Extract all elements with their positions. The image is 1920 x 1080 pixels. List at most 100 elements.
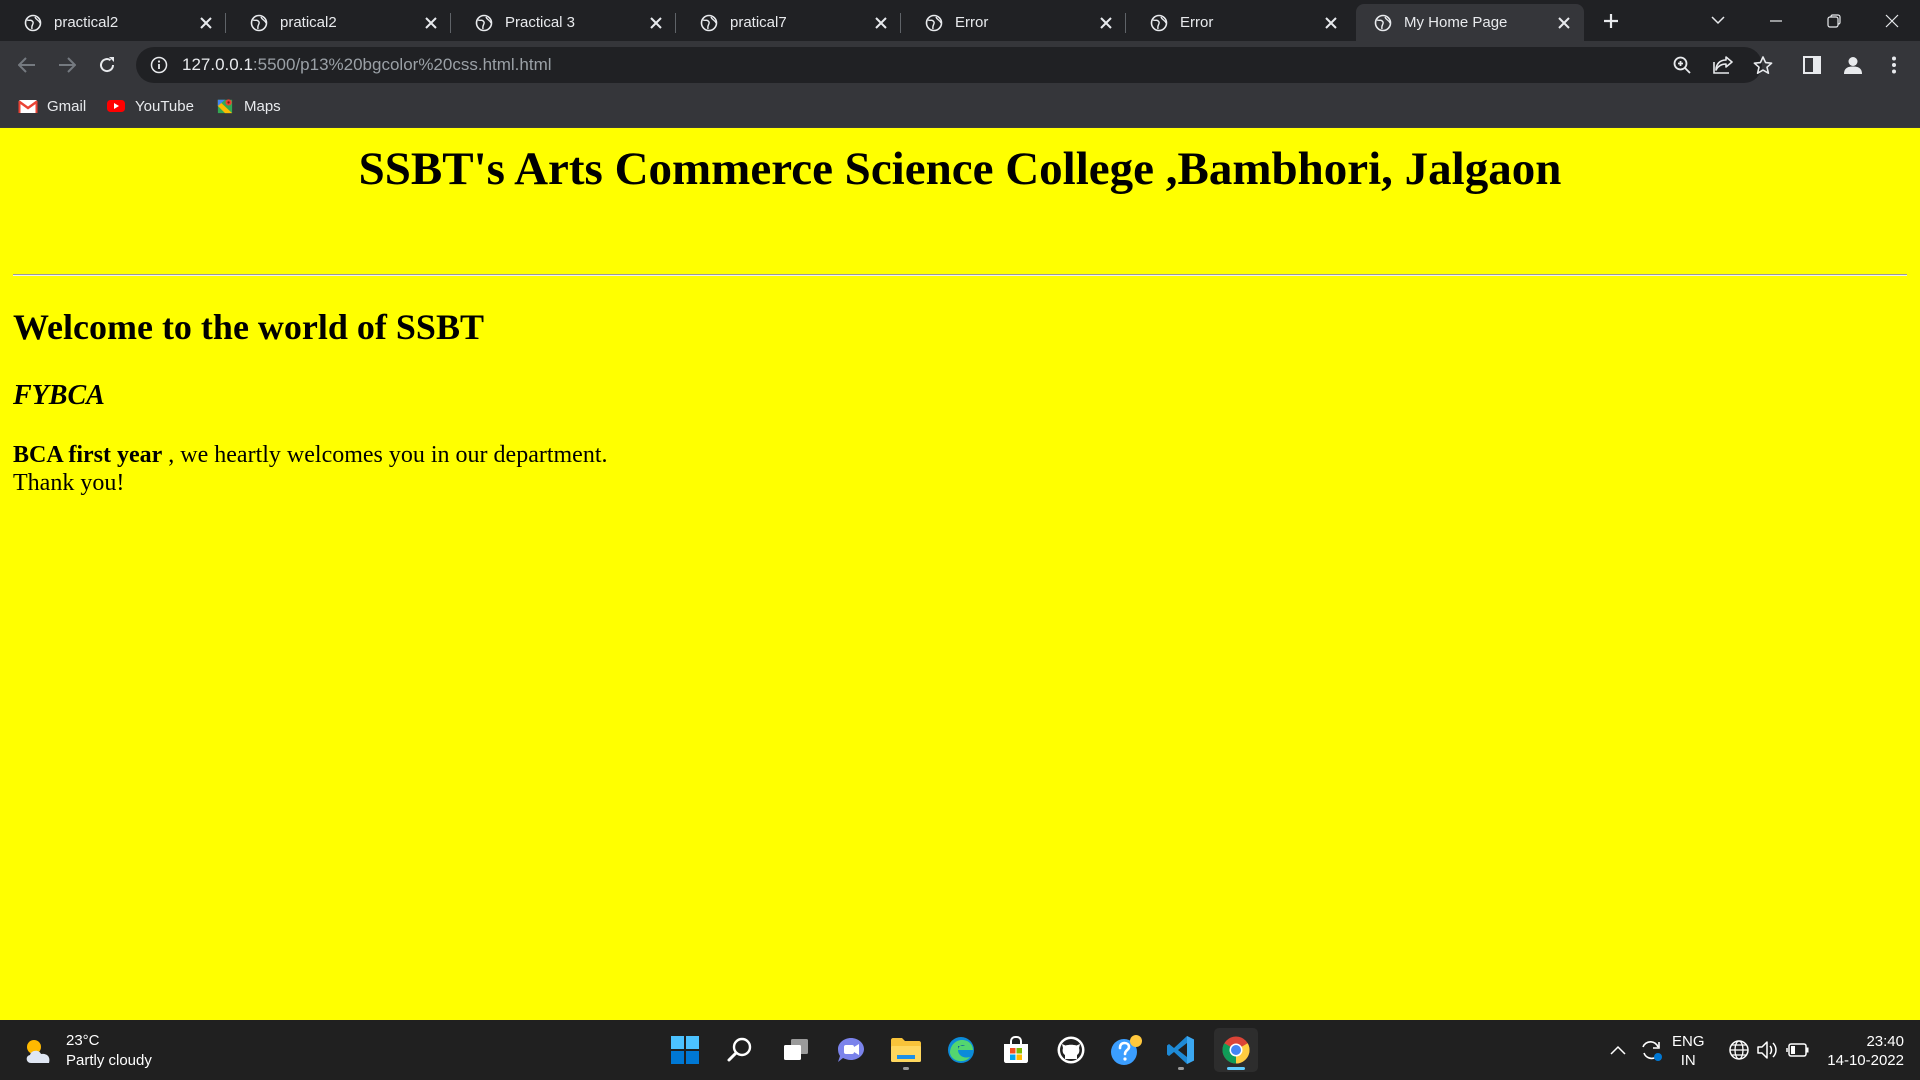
tab-title: pratical7 — [730, 14, 787, 31]
chat-icon — [838, 1038, 864, 1062]
tab-error-2[interactable]: Error — [1126, 4, 1351, 41]
close-tab-icon[interactable] — [1554, 13, 1574, 33]
search-icon — [727, 1037, 752, 1062]
clock-time: 23:40 — [1866, 1033, 1904, 1050]
bookmark-label: Maps — [244, 97, 281, 115]
volume-icon — [1757, 1041, 1777, 1059]
side-panel-button[interactable] — [1796, 49, 1828, 81]
globe-icon — [925, 14, 943, 31]
chrome-button[interactable] — [1214, 1028, 1258, 1072]
bookmark-label: YouTube — [135, 97, 194, 115]
zoom-icon — [1673, 56, 1691, 74]
info-icon[interactable] — [150, 56, 168, 74]
close-tab-icon[interactable] — [871, 13, 891, 33]
tab-pratical2[interactable]: pratical2 — [226, 4, 451, 41]
chevron-up-icon — [1610, 1045, 1626, 1055]
file-explorer-button[interactable] — [884, 1028, 928, 1072]
close-tab-icon[interactable] — [421, 13, 441, 33]
horizontal-rule — [13, 274, 1907, 276]
kebab-menu-icon — [1892, 56, 1896, 74]
tab-my-home-page[interactable]: My Home Page — [1356, 4, 1584, 41]
reload-button[interactable] — [91, 49, 123, 81]
paragraph-thanks: Thank you! — [13, 470, 125, 496]
address-bar[interactable]: 127.0.0.1:5500/p13%20bgcolor%20css.html.… — [136, 47, 1762, 83]
youtube-icon — [107, 100, 125, 112]
language-indicator[interactable]: ENG IN — [1672, 1032, 1705, 1070]
task-view-button[interactable] — [774, 1028, 818, 1072]
paragraph-bold: BCA first year — [13, 442, 163, 468]
restore-button[interactable] — [1806, 0, 1862, 41]
menu-button[interactable] — [1878, 49, 1910, 81]
minimize-button[interactable] — [1748, 0, 1804, 41]
arrow-right-icon — [59, 57, 76, 73]
back-button[interactable] — [11, 49, 43, 81]
page-heading: SSBT's Arts Commerce Science College ,Ba… — [358, 143, 1562, 195]
browser-toolbar: 127.0.0.1:5500/p13%20bgcolor%20css.html.… — [0, 41, 1920, 88]
globe-icon — [475, 14, 493, 31]
page-viewport: SSBT's Arts Commerce Science College ,Ba… — [0, 128, 1920, 1020]
active-indicator — [1227, 1067, 1245, 1070]
zoom-button[interactable] — [1667, 50, 1697, 80]
battery-icon — [1786, 1043, 1809, 1057]
clock[interactable]: 23:40 14-10-2022 — [1820, 1032, 1904, 1070]
search-button[interactable] — [718, 1028, 762, 1072]
store-button[interactable] — [994, 1028, 1038, 1072]
github-icon — [1057, 1036, 1085, 1064]
edge-button[interactable] — [939, 1028, 983, 1072]
github-button[interactable] — [1049, 1028, 1093, 1072]
battery-tray-button[interactable] — [1784, 1034, 1812, 1066]
restore-icon — [1827, 13, 1841, 28]
close-tab-icon[interactable] — [646, 13, 666, 33]
chat-button[interactable] — [829, 1028, 873, 1072]
file-explorer-icon — [891, 1038, 921, 1062]
weather-condition: Partly cloudy — [66, 1052, 152, 1069]
globe-icon — [700, 14, 718, 31]
tab-title: Error — [955, 14, 989, 31]
close-tab-icon[interactable] — [1321, 13, 1341, 33]
reload-icon — [100, 57, 115, 73]
new-tab-button[interactable] — [1598, 8, 1624, 34]
star-icon — [1753, 55, 1773, 74]
running-indicator — [903, 1067, 909, 1070]
close-tab-icon[interactable] — [1096, 13, 1116, 33]
paragraph-text: , we heartly welcomes you in our departm… — [162, 442, 608, 468]
globe-icon — [1374, 14, 1392, 31]
bookmark-gmail[interactable]: Gmail — [18, 88, 86, 124]
tab-search-button[interactable] — [1690, 0, 1746, 41]
sync-icon — [1642, 1041, 1662, 1061]
network-globe-icon — [1729, 1040, 1749, 1060]
help-button[interactable] — [1104, 1028, 1148, 1072]
bookmark-maps[interactable]: Maps — [215, 88, 281, 124]
profile-button[interactable] — [1837, 49, 1869, 81]
side-panel-icon — [1803, 56, 1821, 74]
tab-practical-3[interactable]: Practical 3 — [451, 4, 676, 41]
minimize-icon — [1770, 19, 1782, 22]
help-icon — [1111, 1035, 1142, 1065]
weather-widget[interactable]: 23°C Partly cloudy — [22, 1031, 152, 1071]
region-code: IN — [1680, 1052, 1696, 1069]
close-tab-icon[interactable] — [196, 13, 216, 33]
forward-button[interactable] — [51, 49, 83, 81]
vscode-button[interactable] — [1159, 1028, 1203, 1072]
share-button[interactable] — [1708, 50, 1738, 80]
chevron-down-icon — [1711, 16, 1725, 25]
bookmark-star-button[interactable] — [1748, 50, 1778, 80]
start-button[interactable] — [663, 1028, 707, 1072]
close-icon — [1885, 14, 1899, 27]
tab-pratical7[interactable]: pratical7 — [676, 4, 901, 41]
tab-practical2[interactable]: practical2 — [0, 4, 226, 41]
taskbar: 23°C Partly cloudy ENG IN 23:40 14-10-20… — [0, 1020, 1920, 1080]
tab-title: Error — [1180, 14, 1214, 31]
welcome-heading: Welcome to the world of SSBT — [13, 307, 484, 347]
plus-icon — [1604, 14, 1618, 28]
show-hidden-icons-button[interactable] — [1606, 1034, 1630, 1066]
close-window-button[interactable] — [1864, 0, 1920, 41]
tab-error-1[interactable]: Error — [901, 4, 1126, 41]
volume-tray-button[interactable] — [1754, 1034, 1780, 1066]
weather-temp: 23°C — [66, 1032, 100, 1049]
bookmark-youtube[interactable]: YouTube — [106, 88, 194, 124]
sync-tray-button[interactable] — [1636, 1034, 1666, 1066]
network-tray-button[interactable] — [1726, 1034, 1752, 1066]
task-view-icon — [784, 1039, 808, 1060]
partly-cloudy-icon — [26, 1040, 50, 1063]
